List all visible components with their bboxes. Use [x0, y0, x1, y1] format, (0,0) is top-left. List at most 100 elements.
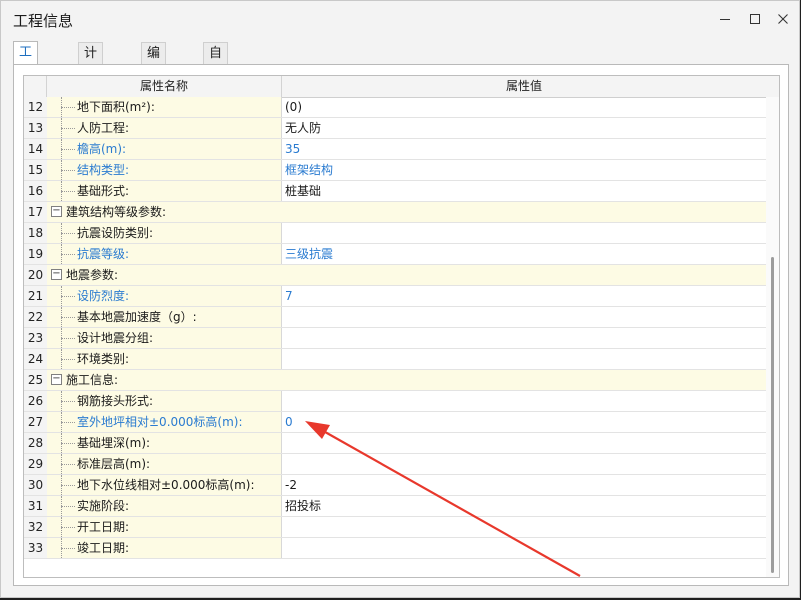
property-value-cell[interactable]: 框架结构	[282, 160, 766, 180]
property-value-cell[interactable]	[282, 391, 766, 411]
property-name-cell[interactable]: 人防工程:	[47, 118, 282, 138]
collapse-icon[interactable]: −	[51, 374, 62, 385]
property-value-cell[interactable]	[282, 370, 766, 390]
tab-compile-info[interactable]: 编制信息	[141, 42, 167, 124]
property-value-cell[interactable]: 桩基础	[282, 181, 766, 201]
property-value-cell[interactable]	[282, 328, 766, 348]
property-value-cell[interactable]	[282, 517, 766, 537]
property-name-cell[interactable]: − 施工信息:	[47, 370, 282, 390]
property-name-cell[interactable]: 钢筋接头形式:	[47, 391, 282, 411]
tab-project-info[interactable]: 工程信息	[13, 41, 39, 123]
property-value-cell[interactable]	[282, 349, 766, 369]
property-value-cell[interactable]: 0	[282, 412, 766, 432]
property-name-cell[interactable]: 标准层高(m):	[47, 454, 282, 474]
property-value-cell[interactable]	[282, 202, 766, 222]
collapse-icon[interactable]: −	[51, 269, 62, 280]
vertical-scrollbar[interactable]	[766, 97, 779, 577]
property-value-cell[interactable]: 7	[282, 286, 766, 306]
property-value-cell[interactable]	[282, 433, 766, 453]
table-row[interactable]: 22 基本地震加速度（g）:	[24, 307, 766, 328]
property-name-cell[interactable]: 设防烈度:	[47, 286, 282, 306]
tab-calc-rules[interactable]: 计算规则	[78, 42, 104, 124]
property-name-cell[interactable]: 开工日期:	[47, 517, 282, 537]
property-name-cell[interactable]: 实施阶段:	[47, 496, 282, 516]
property-name-cell[interactable]: 基本地震加速度（g）:	[47, 307, 282, 327]
table-row[interactable]: 14 檐高(m): 35	[24, 139, 766, 160]
table-row[interactable]: 15 结构类型: 框架结构	[24, 160, 766, 181]
header-value[interactable]: 属性值	[282, 76, 766, 97]
property-value-cell[interactable]: 招投标	[282, 496, 766, 516]
property-name: 地下水位线相对±0.000标高(m):	[77, 478, 255, 492]
property-name-cell[interactable]: 结构类型:	[47, 160, 282, 180]
property-name-cell[interactable]: − 地震参数:	[47, 265, 282, 285]
tree-line-icon	[55, 517, 75, 537]
property-value-cell[interactable]	[282, 265, 766, 285]
property-name-cell[interactable]: 室外地坪相对±0.000标高(m):	[47, 412, 282, 432]
scrollbar-thumb[interactable]	[771, 257, 774, 573]
group-row[interactable]: 20− 地震参数:	[24, 265, 766, 286]
table-row[interactable]: 26 钢筋接头形式:	[24, 391, 766, 412]
table-row[interactable]: 16 基础形式: 桩基础	[24, 181, 766, 202]
table-row[interactable]: 19 抗震等级: 三级抗震	[24, 244, 766, 265]
property-name-cell[interactable]: 竣工日期:	[47, 538, 282, 558]
property-value-cell[interactable]	[282, 454, 766, 474]
property-name: 环境类别:	[77, 352, 130, 366]
property-value-cell[interactable]: 无人防	[282, 118, 766, 138]
table-row[interactable]: 12 地下面积(m²): (0)	[24, 97, 766, 118]
property-name-cell[interactable]: 抗震等级:	[47, 244, 282, 264]
property-name: 开工日期:	[77, 520, 130, 534]
maximize-icon[interactable]	[741, 5, 769, 33]
table-row[interactable]: 21 设防烈度: 7	[24, 286, 766, 307]
property-value-cell[interactable]: (0)	[282, 97, 766, 117]
property-name-cell[interactable]: 抗震设防类别:	[47, 223, 282, 243]
row-number: 22	[24, 307, 48, 327]
minimize-icon[interactable]	[711, 5, 739, 33]
row-number: 33	[24, 538, 48, 558]
property-value-cell[interactable]: -2	[282, 475, 766, 495]
tab-custom[interactable]: 自定义	[203, 42, 229, 103]
property-name-cell[interactable]: 檐高(m):	[47, 139, 282, 159]
close-icon[interactable]	[769, 5, 797, 33]
property-name-cell[interactable]: 地下面积(m²):	[47, 97, 282, 117]
group-row[interactable]: 17− 建筑结构等级参数:	[24, 202, 766, 223]
row-number: 30	[24, 475, 48, 495]
property-grid: 属性名称 属性值 12 地下面积(m²): (0) 13 人防工程: 无人防 14 檐高(m)…	[23, 75, 780, 578]
table-row[interactable]: 27 室外地坪相对±0.000标高(m): 0	[24, 412, 766, 433]
table-row[interactable]: 24 环境类别:	[24, 349, 766, 370]
property-value-cell[interactable]: 35	[282, 139, 766, 159]
table-row[interactable]: 30 地下水位线相对±0.000标高(m): -2	[24, 475, 766, 496]
property-name-cell[interactable]: 设计地震分组:	[47, 328, 282, 348]
property-name-cell[interactable]: 地下水位线相对±0.000标高(m):	[47, 475, 282, 495]
table-row[interactable]: 18 抗震设防类别:	[24, 223, 766, 244]
header-name[interactable]: 属性名称	[47, 76, 282, 97]
row-number: 31	[24, 496, 48, 516]
property-name-cell[interactable]: 基础埋深(m):	[47, 433, 282, 453]
property-name-cell[interactable]: 基础形式:	[47, 181, 282, 201]
tree-line-icon	[55, 496, 75, 516]
table-row[interactable]: 31 实施阶段: 招投标	[24, 496, 766, 517]
table-row[interactable]: 28 基础埋深(m):	[24, 433, 766, 454]
table-row[interactable]: 13 人防工程: 无人防	[24, 118, 766, 139]
title-bar[interactable]: 工程信息	[1, 1, 799, 37]
property-value-cell[interactable]	[282, 307, 766, 327]
property-name: 标准层高(m):	[77, 457, 151, 471]
tree-line-icon	[55, 349, 75, 369]
property-value-cell[interactable]	[282, 223, 766, 243]
tree-line-icon	[55, 412, 75, 432]
row-number: 15	[24, 160, 48, 180]
table-row[interactable]: 29 标准层高(m):	[24, 454, 766, 475]
property-value-cell[interactable]	[282, 538, 766, 558]
property-name: 地下面积(m²):	[77, 100, 155, 114]
table-row[interactable]: 33 竣工日期:	[24, 538, 766, 559]
property-value-cell[interactable]: 三级抗震	[282, 244, 766, 264]
property-name-cell[interactable]: 环境类别:	[47, 349, 282, 369]
property-name-cell[interactable]: − 建筑结构等级参数:	[47, 202, 282, 222]
table-row[interactable]: 23 设计地震分组:	[24, 328, 766, 349]
row-number: 29	[24, 454, 48, 474]
property-name: 地震参数:	[66, 268, 119, 282]
collapse-icon[interactable]: −	[51, 206, 62, 217]
group-row[interactable]: 25− 施工信息:	[24, 370, 766, 391]
table-row[interactable]: 32 开工日期:	[24, 517, 766, 538]
tree-line-icon	[55, 538, 75, 558]
tab-panel: 属性名称 属性值 12 地下面积(m²): (0) 13 人防工程: 无人防 14 檐高(m)…	[13, 64, 789, 586]
